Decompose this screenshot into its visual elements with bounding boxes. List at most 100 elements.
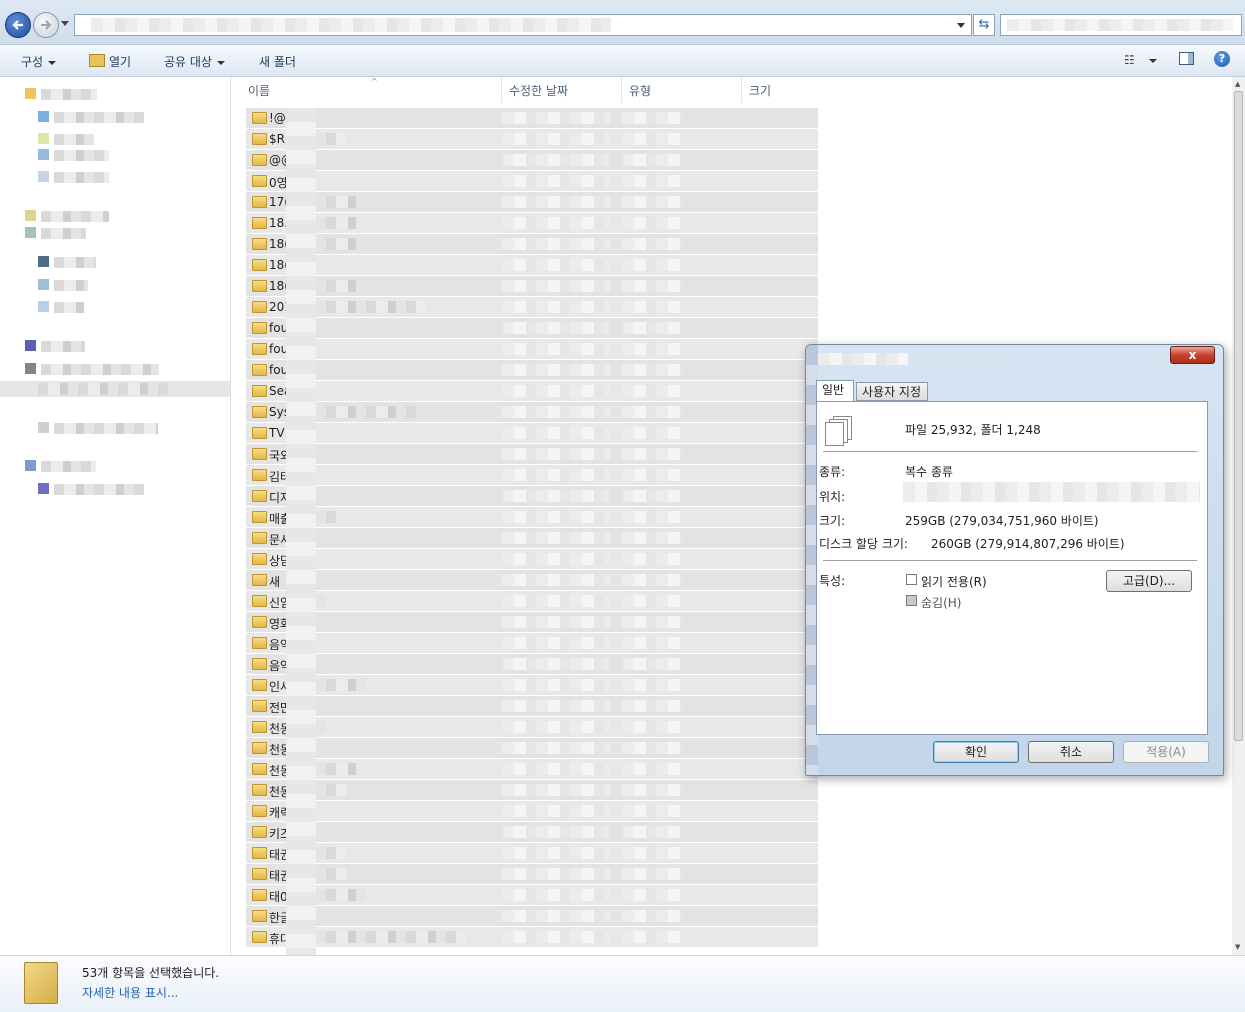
file-row[interactable]: !@p <box>246 108 818 128</box>
file-row[interactable]: 디자 <box>246 486 818 506</box>
redacted-date <box>502 238 610 250</box>
file-row[interactable]: 한글 <box>246 906 818 926</box>
file-row[interactable]: Sys <box>246 402 818 422</box>
redacted-type <box>622 511 682 523</box>
forward-button[interactable] <box>33 12 59 38</box>
file-row[interactable]: 키즈 <box>246 822 818 842</box>
preview-pane-button[interactable] <box>1179 52 1194 65</box>
file-row[interactable]: 매출 <box>246 507 818 527</box>
file-row[interactable]: 18( <box>246 255 818 275</box>
redacted-type <box>622 406 682 418</box>
file-row[interactable]: 천동 <box>246 738 818 758</box>
organize-button[interactable]: 구성 <box>21 53 57 70</box>
close-button[interactable]: x <box>1170 346 1215 364</box>
file-row[interactable]: 문서 <box>246 528 818 548</box>
redacted-date <box>502 595 610 607</box>
cancel-button[interactable]: 취소 <box>1028 741 1114 763</box>
file-row[interactable]: 새 <box>246 570 818 590</box>
folder-icon <box>252 196 267 208</box>
drive-icon <box>38 422 49 433</box>
file-row[interactable]: 태권 <box>246 864 818 884</box>
folder-icon <box>38 171 49 182</box>
file-row[interactable]: 음악 <box>246 633 818 653</box>
file-row[interactable]: 태권 <box>246 843 818 863</box>
folder-icon <box>252 490 267 502</box>
file-row[interactable]: 천동 <box>246 780 818 800</box>
file-row[interactable]: fou <box>246 318 818 338</box>
address-input[interactable] <box>74 14 972 36</box>
folder-icon <box>252 469 267 481</box>
file-row[interactable]: 18( <box>246 234 818 254</box>
share-button[interactable]: 공유 대상 <box>164 53 225 70</box>
redacted-date <box>502 406 610 418</box>
file-row[interactable]: 전만 <box>246 696 818 716</box>
file-row[interactable]: 영화 <box>246 612 818 632</box>
redacted-type <box>622 721 682 733</box>
file-row[interactable]: 천동 <box>246 717 818 737</box>
vertical-scrollbar[interactable]: ▲ ▼ <box>1232 77 1245 955</box>
advanced-button[interactable]: 고급(D)... <box>1106 570 1192 592</box>
desktop-icon <box>38 111 49 122</box>
file-row[interactable]: 태0 <box>246 885 818 905</box>
view-options-button[interactable]: ☷ <box>1124 53 1157 67</box>
file-row[interactable]: Sea <box>246 381 818 401</box>
redacted-date <box>502 700 610 712</box>
redacted-type <box>622 280 682 292</box>
tab-custom[interactable]: 사용자 지정 <box>856 382 928 401</box>
file-row[interactable]: 신임 <box>246 591 818 611</box>
file-row[interactable]: 인사 <box>246 675 818 695</box>
file-row[interactable]: fou <box>246 360 818 380</box>
scroll-down-icon[interactable]: ▼ <box>1235 943 1240 951</box>
address-bar-area: ⇆ <box>0 0 1245 45</box>
file-row[interactable]: 국외 <box>246 444 818 464</box>
network-icon <box>25 460 36 471</box>
open-button[interactable]: 열기 <box>89 53 131 70</box>
folder-icon <box>252 595 267 607</box>
redacted-type <box>622 595 682 607</box>
folder-icon <box>252 511 267 523</box>
help-icon[interactable]: ? <box>1214 51 1230 67</box>
hidden-checkbox[interactable] <box>906 595 917 606</box>
redacted-type <box>622 217 682 229</box>
ok-button[interactable]: 확인 <box>933 741 1019 763</box>
scroll-up-icon[interactable]: ▲ <box>1235 80 1240 88</box>
file-row[interactable]: 201 <box>246 297 818 317</box>
back-button[interactable] <box>5 12 31 38</box>
column-header-name[interactable]: 이름 <box>248 82 270 99</box>
file-row[interactable]: $RE <box>246 129 818 149</box>
readonly-checkbox[interactable] <box>906 574 917 585</box>
tab-general[interactable]: 일반 <box>816 380 854 401</box>
size-label: 크기: <box>819 514 846 528</box>
column-header-size[interactable]: 크기 <box>749 82 771 99</box>
file-row[interactable]: 0영 <box>246 171 818 191</box>
column-header-date[interactable]: 수정한 날짜 <box>509 82 568 99</box>
address-dropdown-icon[interactable] <box>957 23 965 28</box>
file-row[interactable]: 상담 <box>246 549 818 569</box>
file-row[interactable]: 캐릭 <box>246 801 818 821</box>
file-row[interactable]: 김태 <box>246 465 818 485</box>
file-row[interactable]: 17( <box>246 192 818 212</box>
search-input[interactable] <box>1000 14 1242 36</box>
redacted-date <box>502 553 610 565</box>
file-row[interactable]: TV <box>246 423 818 443</box>
file-row[interactable]: 휴대 <box>246 927 818 947</box>
nav-item-selected[interactable] <box>0 381 230 397</box>
redacted-date <box>502 448 610 460</box>
folder-icon <box>252 112 267 124</box>
computer-icon <box>25 363 36 374</box>
file-row[interactable]: 천동 <box>246 759 818 779</box>
column-header-type[interactable]: 유형 <box>629 82 651 99</box>
file-row[interactable]: 음악 <box>246 654 818 674</box>
file-row[interactable]: @@ <box>246 150 818 170</box>
new-folder-button[interactable]: 새 폴더 <box>259 53 296 70</box>
apply-button[interactable]: 적용(A) <box>1123 741 1209 763</box>
refresh-button[interactable]: ⇆ <box>973 14 995 36</box>
file-row[interactable]: 18( <box>246 276 818 296</box>
folder-icon <box>252 217 267 229</box>
file-row[interactable]: fou <box>246 339 818 359</box>
file-row[interactable]: 18. <box>246 213 818 233</box>
recent-pages-dropdown[interactable] <box>61 21 69 26</box>
show-details-link[interactable]: 자세한 내용 표시... <box>82 984 178 1001</box>
scroll-thumb[interactable] <box>1234 91 1243 741</box>
folder-icon <box>252 238 267 250</box>
